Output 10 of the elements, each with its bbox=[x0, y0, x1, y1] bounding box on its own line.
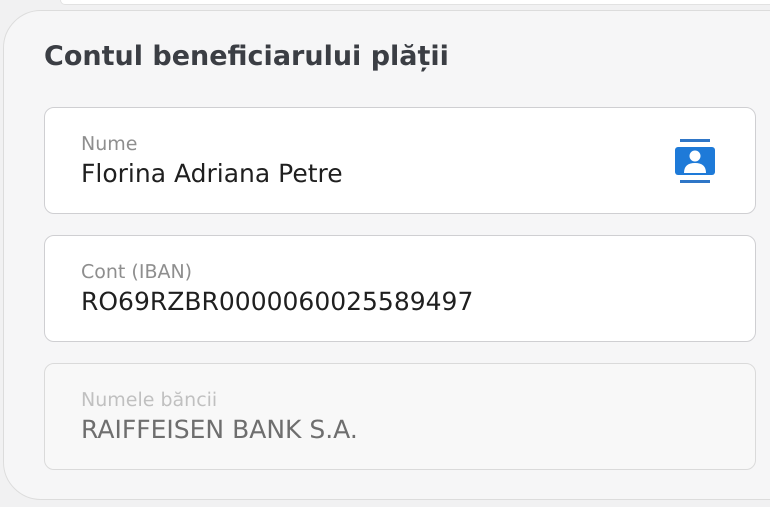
input-field[interactable]: Nume Florina Adriana Petre bbox=[44, 107, 756, 214]
field-value: RAIFFEISEN BANK S.A. bbox=[81, 415, 358, 444]
field-label: Nume bbox=[81, 133, 138, 155]
field-value: Florina Adriana Petre bbox=[81, 159, 343, 188]
field-label: Numele băncii bbox=[81, 389, 218, 411]
section-title: Contul beneficiarului plății bbox=[44, 41, 450, 72]
contact-icon[interactable] bbox=[675, 138, 715, 182]
field-label: Cont (IBAN) bbox=[81, 261, 194, 283]
field-value: RO69RZBR0000060025589497 bbox=[81, 287, 474, 316]
input-field[interactable]: Cont (IBAN) RO69RZBR0000060025589497 bbox=[44, 235, 756, 342]
